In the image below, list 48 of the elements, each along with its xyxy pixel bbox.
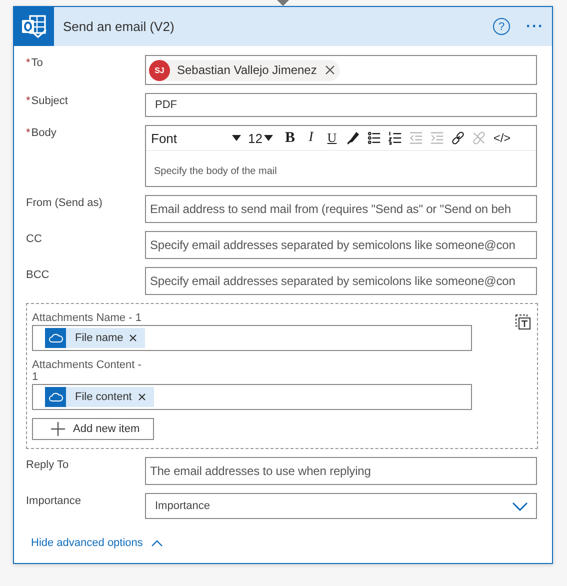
field-label: Importance <box>26 494 82 507</box>
importance-dropdown[interactable]: Importance <box>145 493 537 519</box>
more-options-button[interactable]: ··· <box>526 18 544 35</box>
attachment-field[interactable]: File name <box>32 325 472 351</box>
help-button[interactable]: ? <box>493 18 510 35</box>
attachment-label: Attachments Name - 1 <box>32 312 142 324</box>
email-field[interactable]: Specify email addresses separated by semicolons like someone@con <box>145 231 537 259</box>
remove-icon[interactable] <box>129 334 138 342</box>
token-name: File content <box>75 391 132 403</box>
chevron-down-icon <box>512 502 528 510</box>
token-name: File name <box>75 332 124 344</box>
field-label: Subject <box>31 95 68 107</box>
cloud-icon <box>45 328 66 348</box>
add-new-item-button[interactable]: Add new item <box>32 418 154 440</box>
email-field[interactable]: Email address to send mail from (requires "Send as" or "Send on beh <box>145 195 537 223</box>
cloud-icon <box>45 387 66 407</box>
avatar: SJ <box>149 60 170 80</box>
caret-icon <box>264 135 274 141</box>
email-field[interactable]: Specify email addresses separated by semicolons like someone@con <box>145 267 537 295</box>
subject-field[interactable]: PDF <box>145 93 537 117</box>
dynamic-content-token[interactable]: File content <box>45 387 154 407</box>
field-label: Body <box>31 127 56 139</box>
plus-icon <box>51 422 65 436</box>
delete-item-icon[interactable] <box>515 314 531 330</box>
reply-to-field[interactable]: The email addresses to use when replying <box>145 457 537 485</box>
field-label: To <box>31 57 43 69</box>
field-label: Reply To <box>26 458 70 471</box>
recipient-chip[interactable]: SJ Sebastian Vallejo Jimenez <box>149 60 340 80</box>
card-title: Send an email (V2) <box>63 19 176 34</box>
advanced-options-link[interactable]: Hide advanced options <box>26 537 163 549</box>
required-mark: * <box>26 95 30 107</box>
field-label: BCC <box>26 268 50 281</box>
to-field[interactable]: SJ Sebastian Vallejo Jimenez <box>145 55 537 85</box>
remove-icon[interactable] <box>324 65 335 75</box>
dynamic-content-token[interactable]: File name <box>45 328 146 348</box>
connector-arrow-icon <box>276 0 290 8</box>
body-editor[interactable]: Font 12 B I U </> Specify the body of the mail <box>145 125 537 187</box>
attachment-field[interactable]: File content <box>32 384 472 410</box>
required-mark: * <box>26 57 30 69</box>
field-label: From (Send as) <box>26 196 104 209</box>
attachment-label: Attachments Content - 1 <box>32 359 142 383</box>
remove-icon[interactable] <box>138 393 146 401</box>
field-label: CC <box>26 232 43 245</box>
chevron-icon <box>150 540 163 546</box>
body-placeholder: Specify the body of the mail <box>154 166 277 177</box>
caret-icon <box>232 135 241 141</box>
required-mark: * <box>26 127 30 139</box>
recipient-name: Sebastian Vallejo Jimenez <box>177 63 317 77</box>
